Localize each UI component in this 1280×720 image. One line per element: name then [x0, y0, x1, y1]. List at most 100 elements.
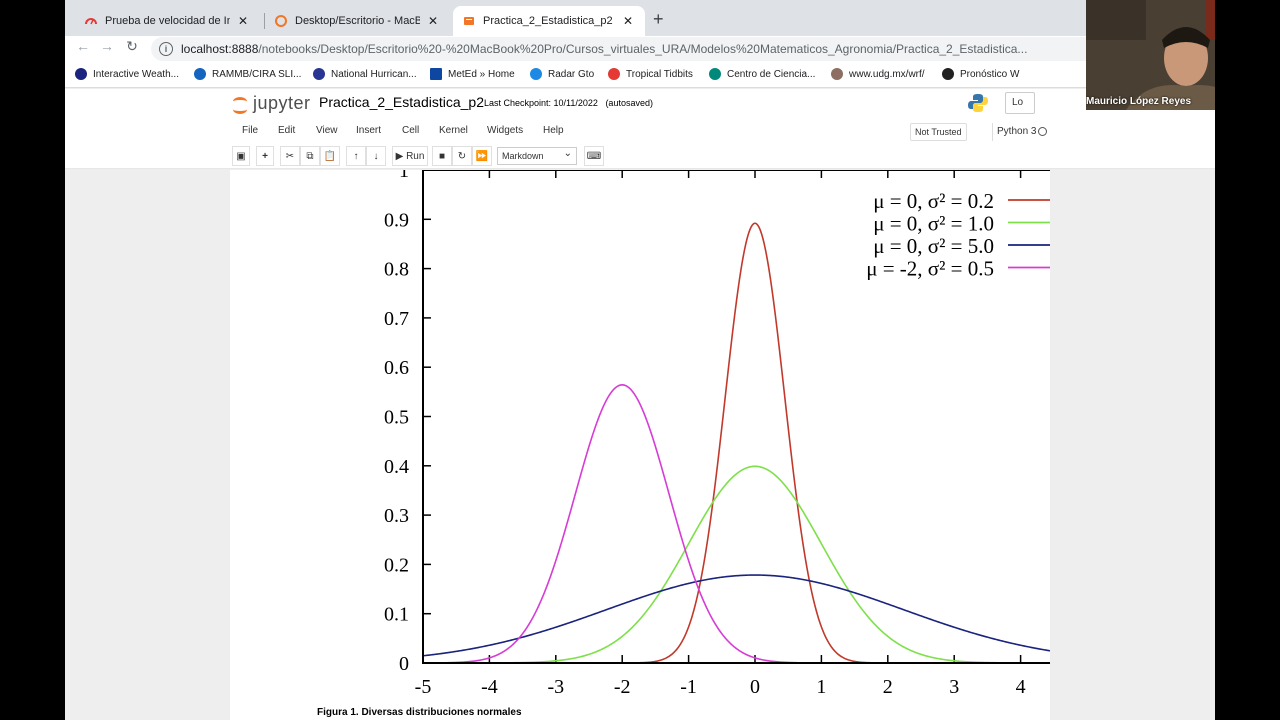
- jupyter-wordmark: jupyter: [253, 93, 311, 113]
- kernel-name[interactable]: Python 3: [992, 123, 1040, 141]
- series-line-2: [423, 574, 1050, 657]
- series-line-0: [423, 222, 1050, 663]
- legend-label-2: μ = 0, σ² = 5.0: [873, 234, 994, 258]
- bookmark-centro-ciencias[interactable]: Centro de Ciencia...: [709, 68, 815, 80]
- y-tick-label: 0.2: [384, 554, 409, 576]
- close-tab-icon[interactable]: ✕: [236, 14, 250, 28]
- x-tick-label: -5: [415, 676, 432, 698]
- github-icon: [942, 68, 954, 80]
- series-line-1: [423, 465, 1050, 663]
- noaa-icon: [313, 68, 325, 80]
- bookmarks-bar: Interactive Weath... RAMMB/CIRA SLI... N…: [65, 62, 1215, 88]
- keyboard-icon[interactable]: ⌨: [584, 146, 604, 166]
- y-tick-label: 0.1: [384, 604, 409, 626]
- normal-distributions-chart: -5-4-3-2-101234500.10.20.30.40.50.60.70.…: [384, 170, 1050, 698]
- notebook-favicon-icon: [463, 15, 475, 27]
- y-tick-label: 0.3: [384, 505, 409, 527]
- bookmark-label: Radar Gto: [548, 68, 595, 80]
- meted-icon: [430, 68, 442, 80]
- bookmark-rammb[interactable]: RAMMB/CIRA SLI...: [194, 68, 301, 80]
- menu-insert[interactable]: Insert: [356, 125, 381, 136]
- globe-icon: [75, 68, 87, 80]
- presenter-video: [1086, 0, 1215, 110]
- bookmark-label: MetEd » Home: [448, 68, 515, 80]
- menu-edit[interactable]: Edit: [278, 125, 295, 136]
- close-tab-icon[interactable]: ✕: [426, 14, 440, 28]
- tab-speedtest[interactable]: Prueba de velocidad de Interne ✕: [75, 6, 260, 36]
- figure-caption: Figura 1. Diversas distribuciones normal…: [317, 707, 522, 718]
- url-host: localhost:8888: [181, 42, 259, 56]
- x-tick-label: 2: [883, 676, 893, 698]
- python-logo-icon: [968, 94, 988, 112]
- x-tick-label: 0: [750, 676, 760, 698]
- bookmark-meted[interactable]: MetEd » Home: [430, 68, 515, 80]
- menu-view[interactable]: View: [316, 125, 338, 136]
- bookmark-pronostico[interactable]: Pronóstico W: [942, 68, 1019, 80]
- trust-indicator[interactable]: Not Trusted: [910, 123, 967, 141]
- tab-strip: Prueba de velocidad de Interne ✕ Desktop…: [65, 0, 1215, 36]
- restart-icon[interactable]: ↻: [452, 146, 472, 166]
- bookmark-label: Interactive Weath...: [93, 68, 179, 80]
- run-label: Run: [406, 150, 425, 162]
- bookmark-label: Centro de Ciencia...: [727, 68, 816, 80]
- stop-icon[interactable]: ■: [432, 146, 452, 166]
- letterbox-left: [0, 0, 65, 720]
- y-tick-label: 0.5: [384, 407, 409, 429]
- y-tick-label: 0.7: [384, 308, 409, 330]
- menu-kernel[interactable]: Kernel: [439, 125, 468, 136]
- move-up-icon[interactable]: ↑: [346, 146, 366, 166]
- checkpoint-text: Last Checkpoint: 10/11/2022: [484, 98, 598, 108]
- url-path: /notebooks/Desktop/Escritorio%20-%20MacB…: [258, 42, 1028, 56]
- logout-button[interactable]: Lo: [1005, 92, 1035, 114]
- cut-icon[interactable]: ✂: [280, 146, 300, 166]
- menu-widgets[interactable]: Widgets: [487, 125, 523, 136]
- autosave-text: (autosaved): [605, 98, 653, 108]
- x-tick-label: 1: [816, 676, 826, 698]
- bookmark-tropical-tidbits[interactable]: Tropical Tidbits: [608, 68, 693, 80]
- fast-forward-icon[interactable]: ⏩: [472, 146, 492, 166]
- menu-cell[interactable]: Cell: [402, 125, 419, 136]
- run-button[interactable]: ▶ Run: [392, 146, 428, 166]
- satellite-icon: [194, 68, 206, 80]
- radar-icon: [530, 68, 542, 80]
- tab-title: Desktop/Escritorio - MacBook: [295, 15, 420, 27]
- legend-label-1: μ = 0, σ² = 1.0: [873, 212, 994, 236]
- bookmark-label: www.udg.mx/wrf/: [849, 68, 925, 80]
- bookmark-label: RAMMB/CIRA SLI...: [212, 68, 302, 80]
- bookmark-udg-wrf[interactable]: www.udg.mx/wrf/: [831, 68, 925, 80]
- menu-help[interactable]: Help: [543, 125, 564, 136]
- notebook-title[interactable]: Practica_2_Estadistica_p2: [319, 94, 484, 110]
- cell-type-select[interactable]: Markdown: [497, 147, 577, 165]
- bookmark-interactive-weather[interactable]: Interactive Weath...: [75, 68, 179, 80]
- bookmark-radar-gto[interactable]: Radar Gto: [530, 68, 594, 80]
- kernel-idle-icon: [1038, 127, 1047, 136]
- back-icon[interactable]: ←: [73, 38, 93, 54]
- webcam-overlay: Mauricio López Reyes: [1086, 0, 1215, 110]
- close-tab-icon[interactable]: ✕: [621, 14, 635, 28]
- add-cell-icon[interactable]: +: [256, 146, 274, 166]
- x-tick-label: -3: [547, 676, 564, 698]
- reload-icon[interactable]: ↻: [122, 38, 142, 55]
- tab-practica[interactable]: Practica_2_Estadistica_p2 - Ju ✕: [453, 6, 645, 36]
- new-tab-button[interactable]: +: [653, 9, 664, 30]
- menu-bar: File Edit View Insert Cell Kernel Widget…: [230, 121, 1050, 143]
- flame-icon: [608, 68, 620, 80]
- series-line-3: [423, 384, 1050, 663]
- x-tick-label: -2: [614, 676, 631, 698]
- site-info-icon[interactable]: i: [159, 42, 173, 56]
- y-tick-label: 0: [399, 653, 409, 675]
- jupyter-favicon-icon: [275, 15, 287, 27]
- paste-icon[interactable]: 📋: [320, 146, 340, 166]
- copy-icon[interactable]: ⧉: [300, 146, 320, 166]
- save-icon[interactable]: ▣: [232, 146, 250, 166]
- address-bar[interactable]: i localhost:8888/notebooks/Desktop/Escri…: [151, 37, 1215, 61]
- bookmark-nhc[interactable]: National Hurrican...: [313, 68, 417, 80]
- jupyter-logo[interactable]: jupyter: [233, 93, 311, 114]
- presenter-name: Mauricio López Reyes: [1086, 96, 1192, 107]
- forward-icon[interactable]: →: [97, 38, 117, 54]
- tab-desktop[interactable]: Desktop/Escritorio - MacBook ✕: [265, 6, 450, 36]
- menu-file[interactable]: File: [242, 125, 258, 136]
- tab-title: Prueba de velocidad de Interne: [105, 15, 230, 27]
- move-down-icon[interactable]: ↓: [366, 146, 386, 166]
- tab-title: Practica_2_Estadistica_p2 - Ju: [483, 15, 615, 27]
